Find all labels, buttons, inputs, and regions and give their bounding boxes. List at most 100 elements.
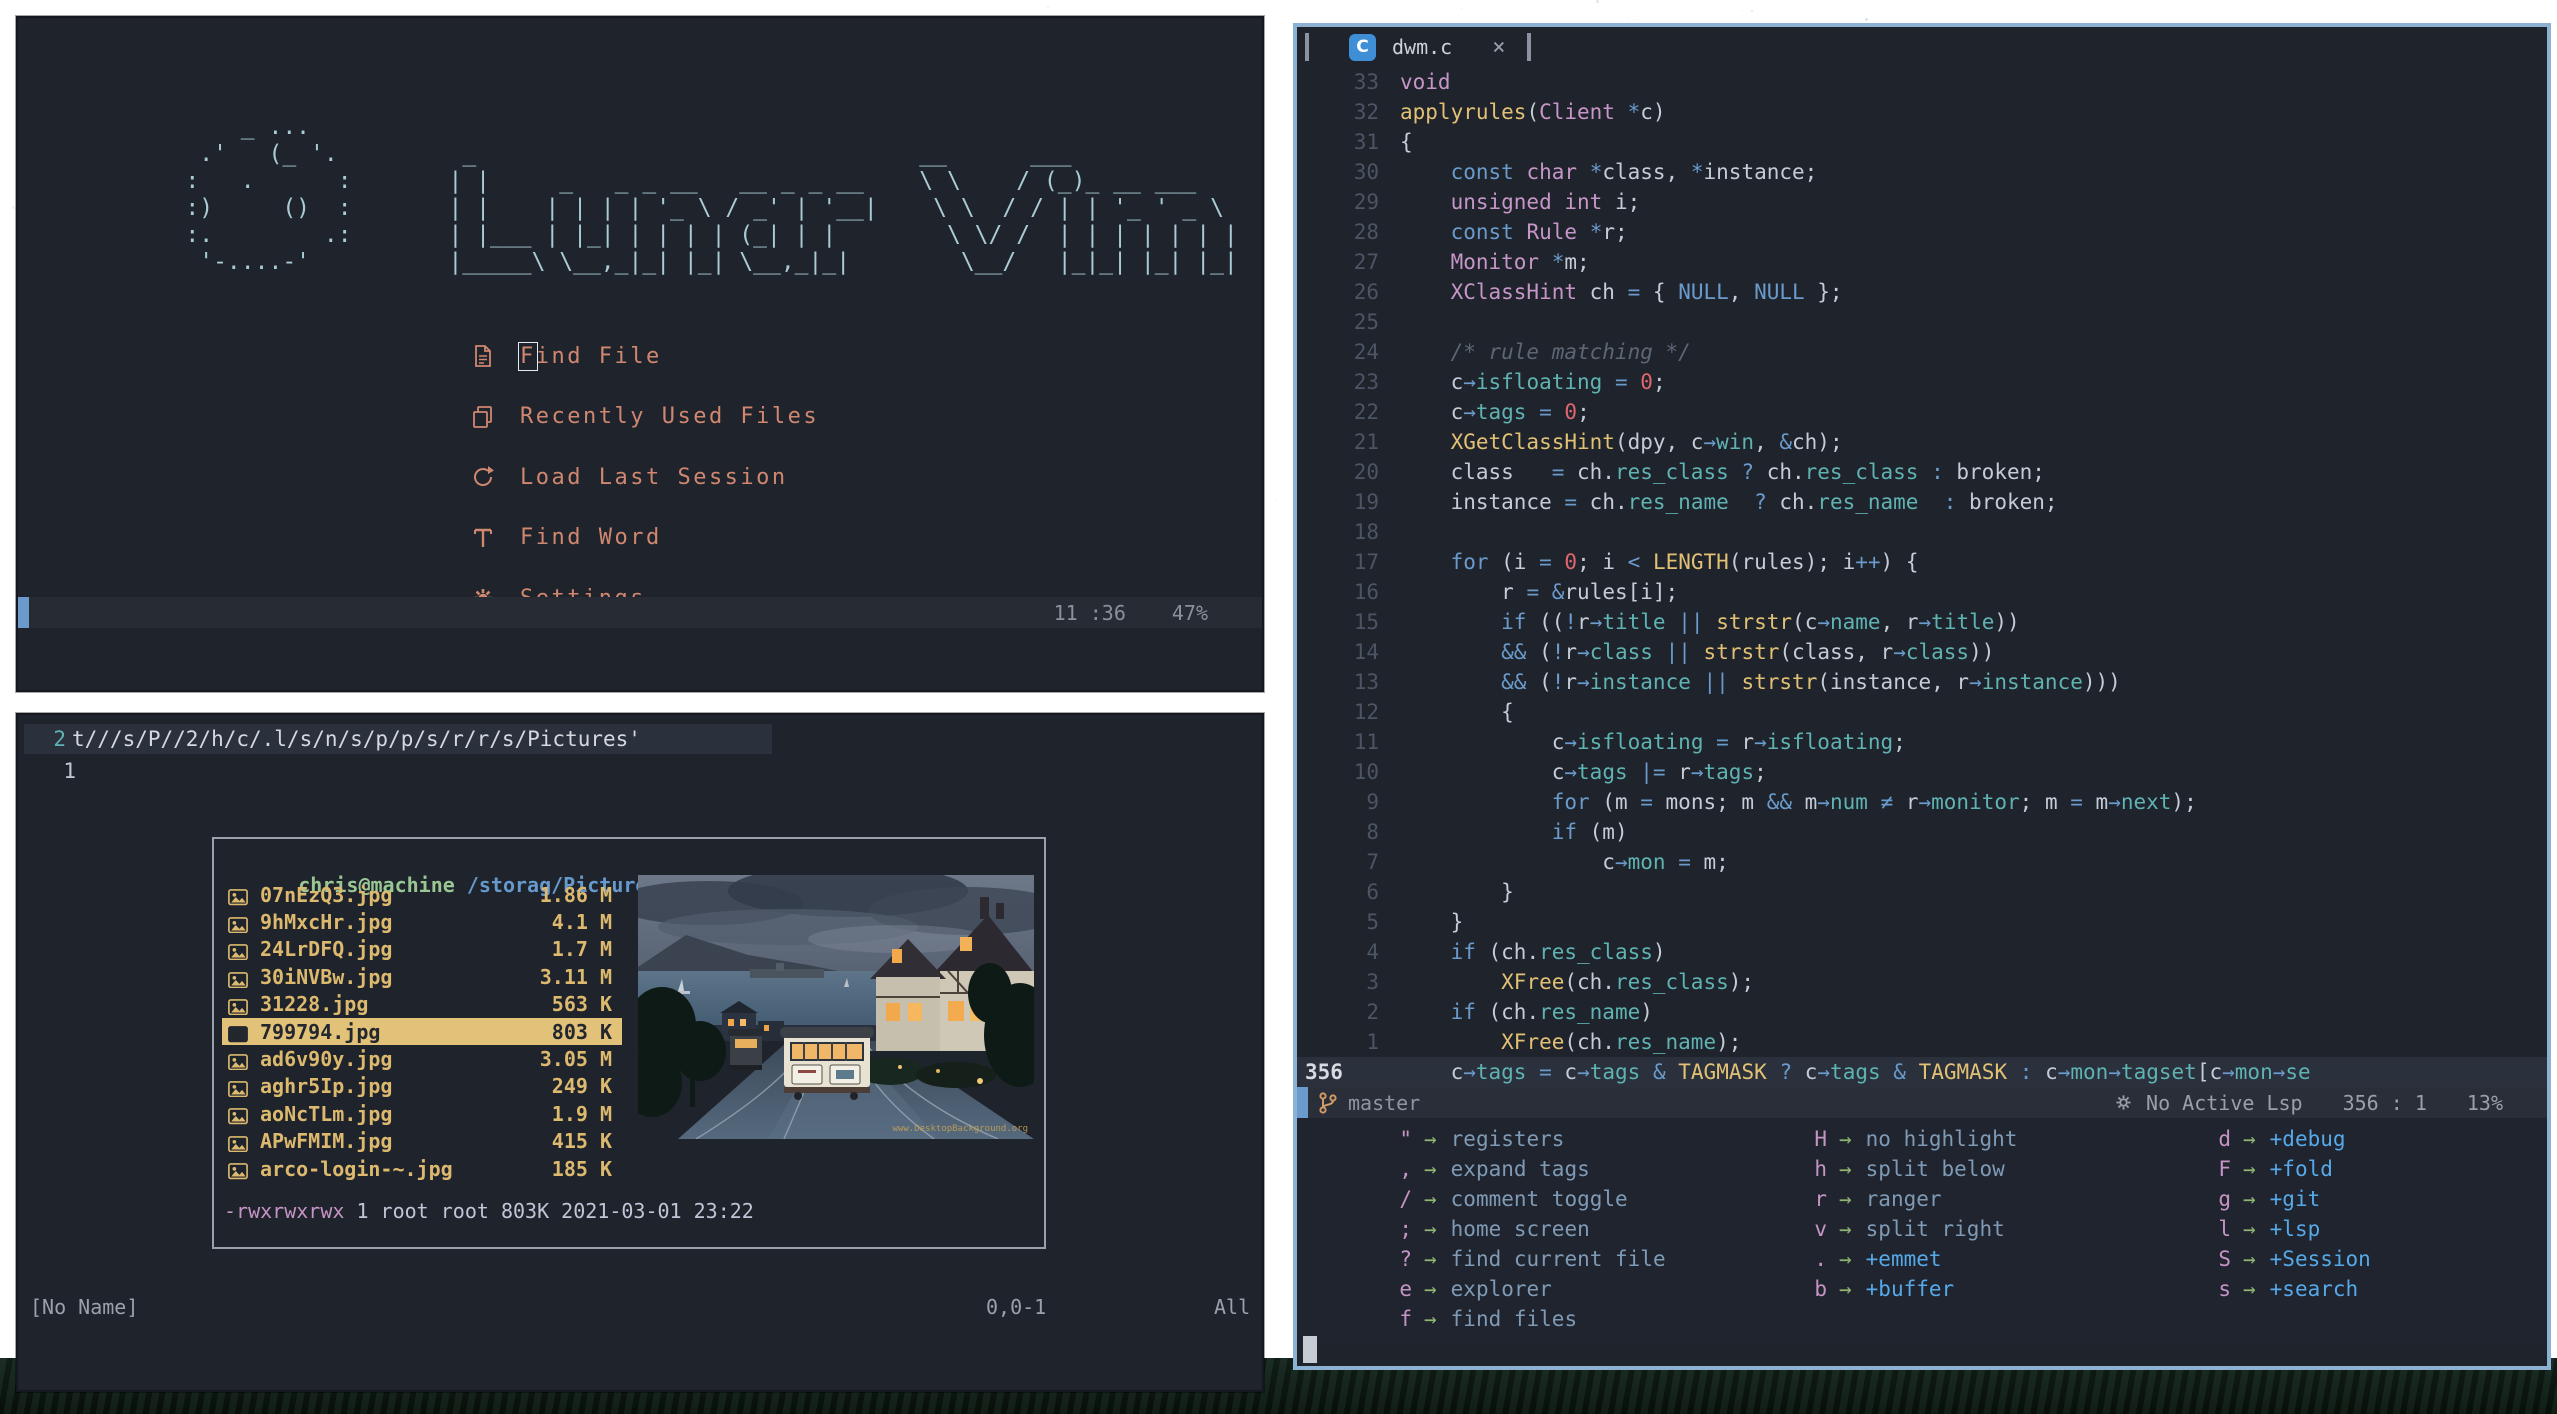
code-line[interactable]: 23 c→isfloating = 0; bbox=[1297, 367, 2547, 397]
token-tx: { bbox=[1400, 130, 1413, 154]
token-op: → bbox=[1969, 670, 1982, 694]
token-tx bbox=[1552, 550, 1565, 574]
file-row[interactable]: 30iNVBw.jpg 3.11 M bbox=[222, 963, 622, 990]
token-tx: } bbox=[1400, 880, 1514, 904]
line-number: 12 bbox=[1353, 700, 1379, 724]
code-line[interactable]: 3 XFree(ch.res_class); bbox=[1297, 967, 2547, 997]
arrow-icon: → bbox=[2243, 1127, 2256, 1151]
code-line[interactable]: 5 } bbox=[1297, 907, 2547, 937]
code-line[interactable]: 29 unsigned int i; bbox=[1297, 187, 2547, 217]
code-line[interactable]: 356 c→tags = c→tags & TAGMASK ? c→tags &… bbox=[1297, 1057, 2547, 1087]
arrow-icon: → bbox=[1424, 1247, 1437, 1271]
token-op: ! bbox=[1551, 640, 1565, 664]
code-line[interactable]: 32 applyrules(Client *c) bbox=[1297, 97, 2547, 127]
token-op: → bbox=[1564, 730, 1578, 754]
token-op: & bbox=[1551, 580, 1565, 604]
code-line[interactable]: 4 if (ch.res_class) bbox=[1297, 937, 2547, 967]
arrow-icon: → bbox=[1424, 1217, 1437, 1241]
star bbox=[1751, 10, 1753, 12]
code-line[interactable]: 13 && (!r→instance || strstr(instance, r… bbox=[1297, 667, 2547, 697]
file-row[interactable]: aghr5Ip.jpg 249 K bbox=[222, 1073, 622, 1100]
code-line[interactable]: 19 instance = ch.res_name ? ch.res_name … bbox=[1297, 487, 2547, 517]
file-row[interactable]: arco-login-~.jpg 185 K bbox=[222, 1155, 622, 1182]
token-op: * bbox=[1627, 100, 1641, 124]
code-line[interactable]: 22 c→tags = 0; bbox=[1297, 397, 2547, 427]
word-icon bbox=[470, 525, 496, 551]
token-tx: i; bbox=[1602, 190, 1641, 214]
line-number: 21 bbox=[1353, 430, 1379, 454]
file-row[interactable]: 799794.jpg 803 K bbox=[222, 1017, 622, 1046]
dashboard-menu-item-find-word[interactable]: Find Word bbox=[470, 508, 819, 569]
token-op: → bbox=[1463, 370, 1476, 394]
code-line-content: applyrules(Client *c) bbox=[1379, 100, 1666, 124]
code-line[interactable]: 30 const char *class, *instance; bbox=[1297, 157, 2547, 187]
tab-dwm-c[interactable]: C dwm.c × bbox=[1309, 33, 1527, 61]
code-line[interactable]: 16 r = &rules[i]; bbox=[1297, 577, 2547, 607]
code-line[interactable]: 15 if ((!r→title || strstr(c→name, r→tit… bbox=[1297, 607, 2547, 637]
binding-description: expand tags bbox=[1450, 1157, 1590, 1181]
key-label: . bbox=[1814, 1247, 1827, 1271]
code-line[interactable]: 1 XFree(ch.res_name); bbox=[1297, 1027, 2547, 1057]
token-tx bbox=[1918, 490, 1943, 514]
token-tx bbox=[1400, 190, 1451, 214]
code-line[interactable]: 11 c→isfloating = r→isfloating; bbox=[1297, 727, 2547, 757]
code-line[interactable]: 27 Monitor *m; bbox=[1297, 247, 2547, 277]
token-op: : bbox=[2019, 1060, 2033, 1084]
code-line[interactable]: 7 c→mon = m; bbox=[1297, 847, 2547, 877]
file-row[interactable]: aoNcTLm.jpg 1.9 M bbox=[222, 1100, 622, 1127]
code-line[interactable]: 26 XClassHint ch = { NULL, NULL }; bbox=[1297, 277, 2547, 307]
file-row[interactable]: 31228.jpg 563 K bbox=[222, 991, 622, 1018]
key-label: ; bbox=[1399, 1217, 1412, 1241]
dashboard-menu-item-recently-used-files[interactable]: Recently Used Files bbox=[470, 387, 819, 448]
arrow-icon: → bbox=[1424, 1157, 1437, 1181]
token-tx bbox=[1514, 160, 1527, 184]
token-mem: tags bbox=[1703, 760, 1755, 784]
code-line[interactable]: 31 { bbox=[1297, 127, 2547, 157]
line-number: 22 bbox=[1353, 400, 1379, 424]
code-line[interactable]: 21 XGetClassHint(dpy, c→win, &ch); bbox=[1297, 427, 2547, 457]
code-line[interactable]: 17 for (i = 0; i < LENGTH(rules); i++) { bbox=[1297, 547, 2547, 577]
file-permissions-line: -rwxrwxrwx 1 root root 803K 2021-03-01 2… bbox=[224, 1199, 754, 1223]
dashboard-menu-item-load-last-session[interactable]: Load Last Session bbox=[470, 447, 819, 508]
code-line[interactable]: 33 void bbox=[1297, 67, 2547, 97]
arrow-icon: → bbox=[2243, 1187, 2256, 1211]
code-line[interactable]: 8 if (m) bbox=[1297, 817, 2547, 847]
code-line[interactable]: 25 bbox=[1297, 307, 2547, 337]
which-key-binding: s → +search bbox=[2109, 1274, 2547, 1304]
binding-description: split below bbox=[1865, 1157, 2005, 1181]
file-row[interactable]: 07nEzQ3.jpg 1.86 M bbox=[222, 881, 622, 908]
token-kwb: if bbox=[1450, 1000, 1476, 1024]
dashboard-menu-item-find-file[interactable]: Find File bbox=[470, 326, 819, 387]
code-line[interactable]: 18 bbox=[1297, 517, 2547, 547]
key-label: d bbox=[2218, 1127, 2231, 1151]
star bbox=[12, 206, 15, 209]
code-line[interactable]: 10 c→tags |= r→tags; bbox=[1297, 757, 2547, 787]
file-row[interactable]: APwFMIM.jpg 415 K bbox=[222, 1128, 622, 1155]
file-row[interactable]: 24LrDFQ.jpg 1.7 M bbox=[222, 936, 622, 963]
code-line[interactable]: 24 /* rule matching */ bbox=[1297, 337, 2547, 367]
token-ty: char bbox=[1526, 160, 1578, 184]
token-op: & bbox=[1652, 1060, 1666, 1084]
arrow-icon: → bbox=[1424, 1127, 1437, 1151]
token-tx: ch bbox=[1577, 280, 1628, 304]
code-line-content: for (i = 0; i < LENGTH(rules); i++) { bbox=[1379, 550, 1919, 574]
token-mem: res_name bbox=[1627, 490, 1729, 514]
code-line-content: && (!r→instance || strstr(instance, r→in… bbox=[1379, 670, 2121, 694]
file-row[interactable]: ad6v90y.jpg 3.05 M bbox=[222, 1045, 622, 1072]
code-line[interactable]: 2 if (ch.res_name) bbox=[1297, 997, 2547, 1027]
file-row[interactable]: 9hMxcHr.jpg 4.1 M bbox=[222, 908, 622, 935]
tab-close-icon[interactable]: × bbox=[1492, 35, 1505, 60]
token-op: → bbox=[1893, 640, 1906, 664]
code-line[interactable]: 14 && (!r→class || strstr(class, r→class… bbox=[1297, 637, 2547, 667]
code-line[interactable]: 6 } bbox=[1297, 877, 2547, 907]
picture-icon bbox=[228, 996, 248, 1016]
code-line[interactable]: 12 { bbox=[1297, 697, 2547, 727]
token-op: ? bbox=[1741, 460, 1755, 484]
token-op: ! bbox=[1564, 610, 1578, 634]
binding-description: comment toggle bbox=[1450, 1187, 1628, 1211]
token-tx: c bbox=[2032, 1060, 2058, 1084]
line-number: 6 bbox=[1366, 880, 1379, 904]
code-line[interactable]: 9 for (m = mons; m && m→num ≠ r→monitor;… bbox=[1297, 787, 2547, 817]
code-line[interactable]: 20 class = ch.res_class ? ch.res_class :… bbox=[1297, 457, 2547, 487]
code-line[interactable]: 28 const Rule *r; bbox=[1297, 217, 2547, 247]
